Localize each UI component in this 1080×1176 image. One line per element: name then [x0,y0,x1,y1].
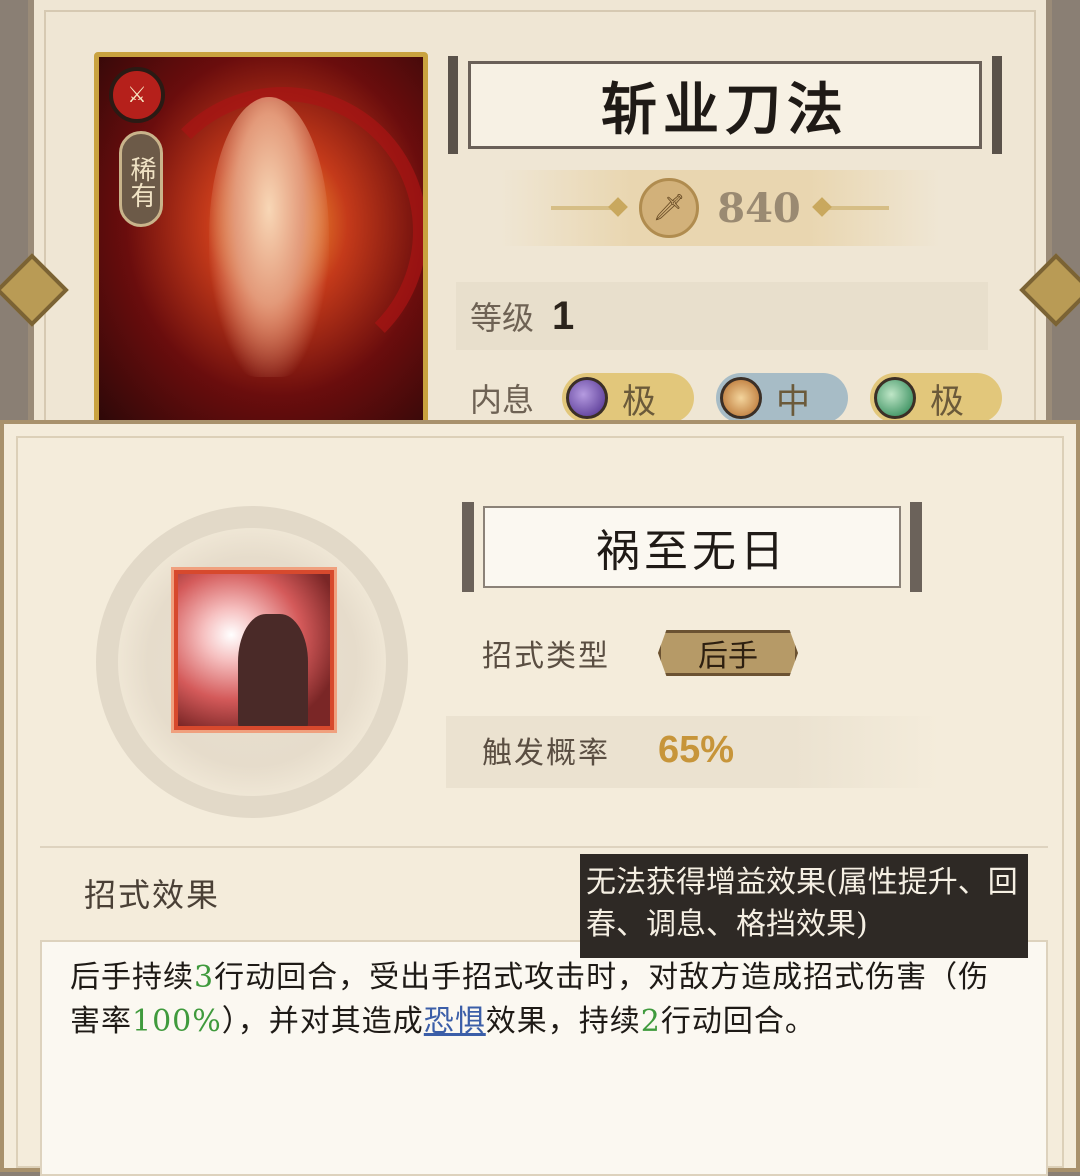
breath-grade: 中 [776,381,811,422]
sword-power-icon: 🗡 [639,178,700,238]
card-figure-art [209,97,329,377]
skill-title-plaque: 斩业刀法 [448,56,1002,154]
keyword-tooltip: 无法获得增益效果(属性提升、回春、调息、格挡效果) [580,854,1028,958]
green-orb-icon [874,377,917,419]
divider [40,846,1048,848]
effect-description: 后手持续3行动回合，受出手招式攻击时，对敌方造成招式伤害（伤害率100%），并对… [70,956,1018,1044]
right-ornament [818,206,889,210]
fear-keyword-link[interactable]: 恐惧 [424,1004,486,1039]
blade-emblem-icon: ⚔ [109,67,165,123]
breath-slot-3[interactable]: 极 [870,373,1003,423]
desc-text: ），并对其造成 [221,1004,424,1039]
power-value: 840 [717,184,801,232]
move-type-label: 招式类型 [482,639,610,674]
move-type-badge: 后手 [658,630,798,676]
breath-grade: 极 [930,381,965,422]
level-row: 等级 1 [456,282,988,350]
trigger-rate-label: 触发概率 [482,736,610,771]
trigger-rate-row: 触发概率 65% [482,728,734,772]
breath-grade: 极 [622,381,657,422]
breath-slot-1[interactable]: 极 [562,373,695,423]
left-ornament [551,206,622,210]
move-detail-popup: 祸至无日 招式类型 后手 触发概率 65% 招式效果 后手持续3行动回合，受出手… [0,420,1080,1176]
desc-number: 100% [132,1004,222,1039]
warrior-silhouette-icon [238,614,308,726]
skill-card: ⚔ 稀有 [94,52,428,432]
level-value: 1 [552,293,575,338]
breath-row: 内息 极 中 极 [470,372,1003,424]
desc-text: 行动回合。 [660,1004,816,1039]
desc-text: 效果，持续 [485,1004,641,1039]
move-title: 祸至无日 [596,526,788,577]
desc-text: 后手持续 [70,960,194,995]
breath-slot-2[interactable]: 中 [716,373,849,423]
purple-orb-icon [566,377,609,419]
power-row: 🗡 840 [500,170,940,246]
move-type-row: 招式类型 后手 [482,630,798,676]
level-label: 等级 [470,299,535,337]
skill-title: 斩业刀法 [601,76,849,143]
desc-number: 2 [640,1004,661,1039]
effect-label: 招式效果 [84,876,221,914]
move-title-plaque: 祸至无日 [462,502,922,592]
breath-label: 内息 [470,381,535,419]
orange-orb-icon [720,377,763,419]
rarity-tag: 稀有 [119,131,163,227]
trigger-rate-value: 65% [658,728,735,771]
effect-description-box: 后手持续3行动回合，受出手招式攻击时，对敌方造成招式伤害（伤害率100%），并对… [40,940,1048,1176]
desc-number: 3 [194,960,215,995]
move-icon [171,567,337,733]
